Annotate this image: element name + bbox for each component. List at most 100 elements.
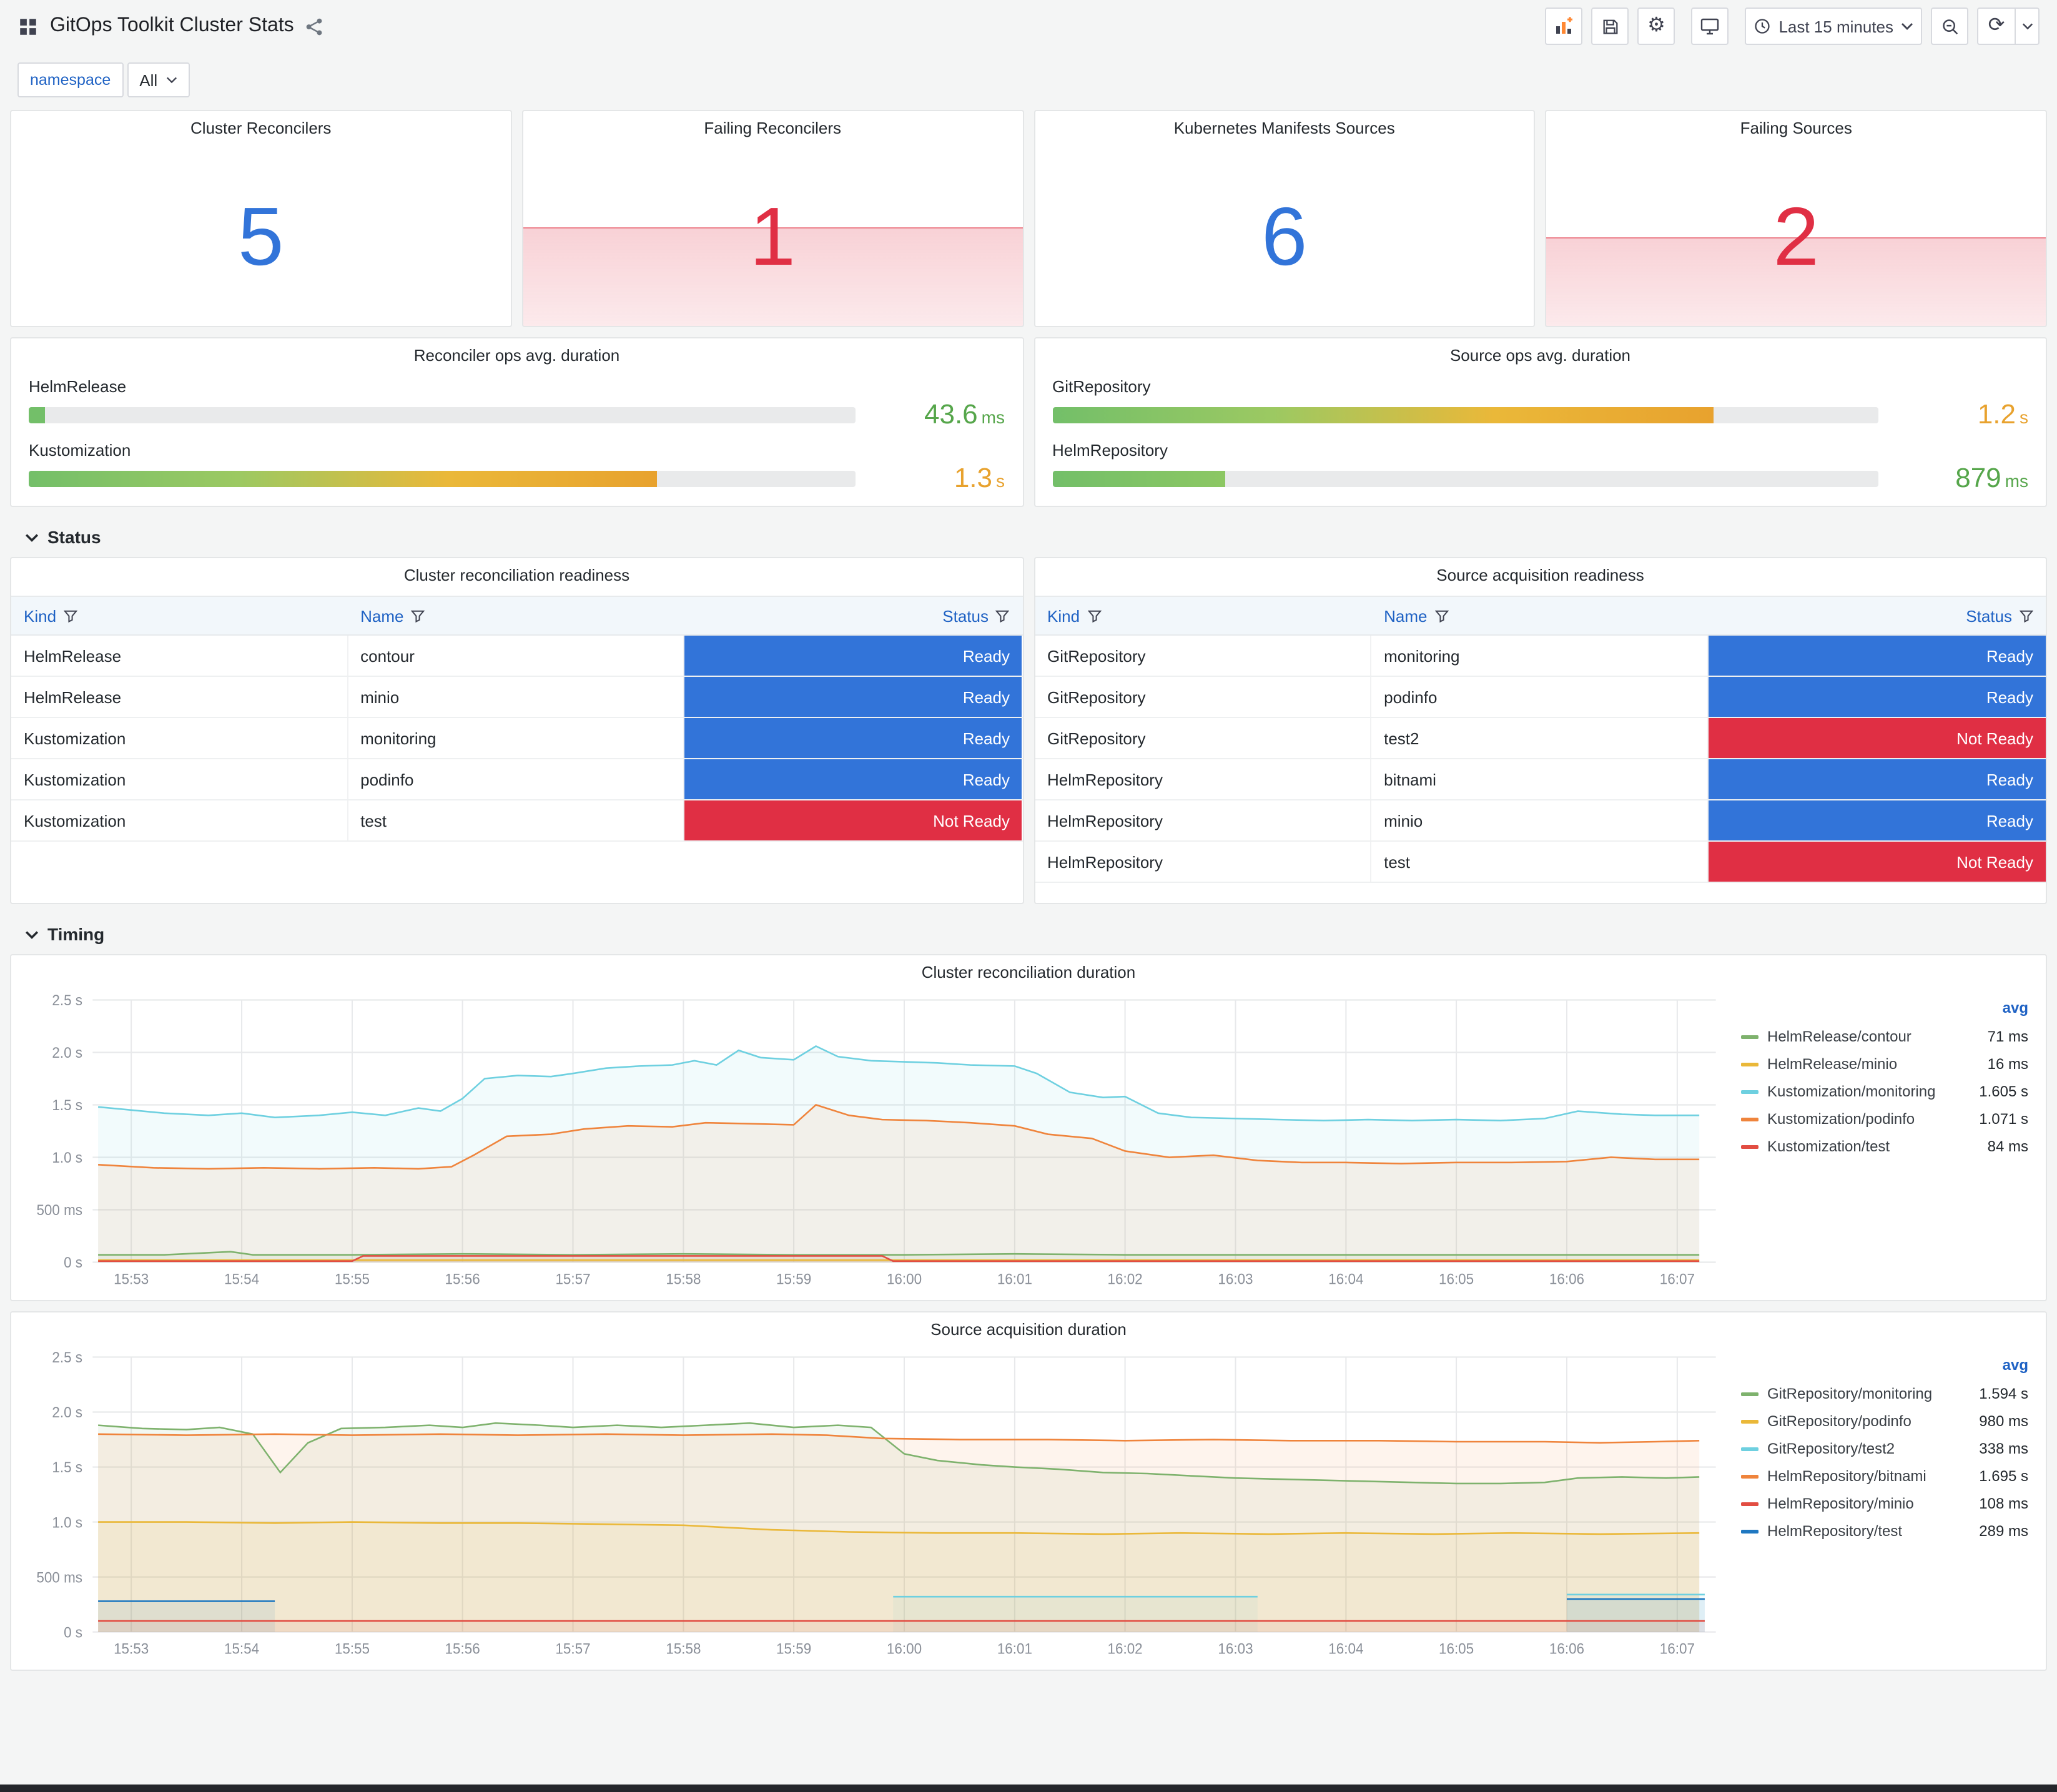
svg-text:16:02: 16:02 xyxy=(1108,1640,1143,1657)
svg-text:15:57: 15:57 xyxy=(555,1640,590,1657)
filter-icon[interactable] xyxy=(2019,609,2033,623)
chevron-down-icon xyxy=(166,76,177,84)
svg-text:1.0 s: 1.0 s xyxy=(52,1150,82,1166)
section-row-status[interactable]: Status xyxy=(10,517,2047,557)
stat-value: 2 xyxy=(1773,189,1819,282)
gauge-value: 1.2 s xyxy=(1977,398,2028,430)
svg-text:16:04: 16:04 xyxy=(1328,1640,1363,1657)
panel-title[interactable]: Source ops avg. duration xyxy=(1035,338,2046,372)
dashboard-settings-button[interactable]: ⚙ xyxy=(1637,7,1675,45)
section-title: Status xyxy=(47,527,101,547)
svg-text:0 s: 0 s xyxy=(64,1254,82,1271)
svg-text:15:54: 15:54 xyxy=(224,1640,259,1657)
apps-grid-icon[interactable] xyxy=(17,16,39,37)
svg-text:16:07: 16:07 xyxy=(1660,1640,1695,1657)
panel-title[interactable]: Source acquisition duration xyxy=(11,1312,2046,1346)
filter-icon[interactable] xyxy=(64,609,78,623)
table-row: GitRepository podinfo Ready xyxy=(1035,677,2046,718)
status-badge: Not Ready xyxy=(1708,718,2046,758)
column-header-name[interactable]: Name xyxy=(348,597,684,634)
legend-item[interactable]: GitRepository/podinfo 980 ms xyxy=(1741,1407,2028,1435)
legend-item[interactable]: Kustomization/monitoring 1.605 s xyxy=(1741,1078,2028,1105)
refresh-interval-dropdown[interactable] xyxy=(2015,7,2040,45)
svg-text:16:03: 16:03 xyxy=(1218,1271,1253,1287)
panel-cluster-reconciliation-duration: Cluster reconciliation duration 0 s 500 m… xyxy=(10,954,2047,1301)
panel-failing-reconcilers: Failing Reconcilers 1 xyxy=(521,110,1024,327)
chevron-down-icon xyxy=(25,930,39,938)
svg-text:15:59: 15:59 xyxy=(776,1640,811,1657)
status-badge: Ready xyxy=(1708,800,2046,840)
svg-text:15:58: 15:58 xyxy=(666,1271,701,1287)
status-badge: Ready xyxy=(684,636,1022,676)
filter-icon[interactable] xyxy=(1434,609,1449,623)
legend-item[interactable]: HelmRepository/bitnami 1.695 s xyxy=(1741,1462,2028,1490)
series-swatch xyxy=(1741,1062,1759,1066)
time-range-picker[interactable]: Last 15 minutes xyxy=(1745,7,1922,45)
gauge-fill xyxy=(29,406,46,423)
legend-item[interactable]: HelmRepository/test 289 ms xyxy=(1741,1517,2028,1545)
legend-item[interactable]: HelmRelease/contour 71 ms xyxy=(1741,1023,2028,1050)
svg-text:16:05: 16:05 xyxy=(1439,1271,1474,1287)
legend-item[interactable]: GitRepository/monitoring 1.594 s xyxy=(1741,1380,2028,1407)
column-header-kind[interactable]: Kind xyxy=(11,597,348,634)
add-panel-button[interactable] xyxy=(1545,7,1583,45)
bottom-bar xyxy=(0,1785,2057,1792)
dashboard-title: GitOps Toolkit Cluster Stats xyxy=(50,15,294,36)
filter-icon[interactable] xyxy=(995,609,1010,623)
panel-title[interactable]: Failing Sources xyxy=(1547,111,2046,145)
panel-source-ops-avg-duration: Source ops avg. duration GitRepository 1… xyxy=(1033,337,2047,507)
panel-title[interactable]: Source acquisition readiness xyxy=(1035,558,2046,592)
clock-icon xyxy=(1754,17,1771,35)
legend-item[interactable]: Kustomization/test 84 ms xyxy=(1741,1133,2028,1160)
status-badge: Not Ready xyxy=(1708,842,2046,882)
gauge-fill xyxy=(1052,406,1714,423)
svg-text:16:01: 16:01 xyxy=(997,1640,1032,1657)
save-dashboard-button[interactable] xyxy=(1591,7,1629,45)
legend-avg-header[interactable]: avg xyxy=(1741,999,2028,1023)
panel-title[interactable]: Cluster reconciliation duration xyxy=(11,955,2046,989)
svg-text:16:03: 16:03 xyxy=(1218,1640,1253,1657)
filter-icon[interactable] xyxy=(1087,609,1102,623)
zoom-out-time-button[interactable] xyxy=(1931,7,1968,45)
gauge-fill xyxy=(1052,470,1226,486)
svg-text:16:02: 16:02 xyxy=(1108,1271,1143,1287)
legend-item[interactable]: HelmRepository/minio 108 ms xyxy=(1741,1490,2028,1517)
refresh-button[interactable]: ⟳ xyxy=(1977,7,2015,45)
column-header-kind[interactable]: Kind xyxy=(1035,597,1371,634)
panel-title[interactable]: Failing Reconcilers xyxy=(523,111,1023,145)
svg-text:16:00: 16:00 xyxy=(887,1271,922,1287)
panel-title[interactable]: Cluster reconciliation readiness xyxy=(11,558,1022,592)
chevron-down-icon xyxy=(2021,22,2033,30)
section-title: Timing xyxy=(47,924,105,944)
svg-text:15:55: 15:55 xyxy=(335,1640,370,1657)
status-badge: Ready xyxy=(1708,677,2046,717)
svg-text:1.0 s: 1.0 s xyxy=(52,1514,82,1531)
svg-text:16:04: 16:04 xyxy=(1328,1271,1363,1287)
svg-text:15:54: 15:54 xyxy=(224,1271,259,1287)
svg-text:16:06: 16:06 xyxy=(1549,1271,1584,1287)
gauge-row: GitRepository 1.2 s xyxy=(1052,377,2028,428)
panel-title[interactable]: Kubernetes Manifests Sources xyxy=(1035,111,1534,145)
svg-text:15:57: 15:57 xyxy=(555,1271,590,1287)
svg-text:15:58: 15:58 xyxy=(666,1640,701,1657)
legend-item[interactable]: GitRepository/test2 338 ms xyxy=(1741,1435,2028,1462)
namespace-variable-value-dropdown[interactable]: All xyxy=(127,62,190,97)
filter-icon[interactable] xyxy=(411,609,425,623)
svg-text:16:05: 16:05 xyxy=(1439,1640,1474,1657)
share-icon[interactable] xyxy=(305,17,324,36)
column-header-status[interactable]: Status xyxy=(1708,597,2046,634)
legend-item[interactable]: HelmRelease/minio 16 ms xyxy=(1741,1050,2028,1078)
column-header-name[interactable]: Name xyxy=(1371,597,1708,634)
stat-value: 1 xyxy=(749,189,796,282)
namespace-variable: namespace All xyxy=(17,62,190,97)
panel-title[interactable]: Reconciler ops avg. duration xyxy=(11,338,1022,372)
panel-title[interactable]: Cluster Reconcilers xyxy=(11,111,511,145)
column-header-status[interactable]: Status xyxy=(684,597,1022,634)
cycle-view-mode-button[interactable] xyxy=(1691,7,1729,45)
section-row-timing[interactable]: Timing xyxy=(10,914,2047,954)
monitor-icon xyxy=(1700,16,1720,36)
chart-legend: avg HelmRelease/contour 71 ms HelmRelease… xyxy=(1726,989,2038,1295)
svg-text:15:53: 15:53 xyxy=(114,1271,149,1287)
legend-avg-header[interactable]: avg xyxy=(1741,1356,2028,1380)
legend-item[interactable]: Kustomization/podinfo 1.071 s xyxy=(1741,1105,2028,1133)
